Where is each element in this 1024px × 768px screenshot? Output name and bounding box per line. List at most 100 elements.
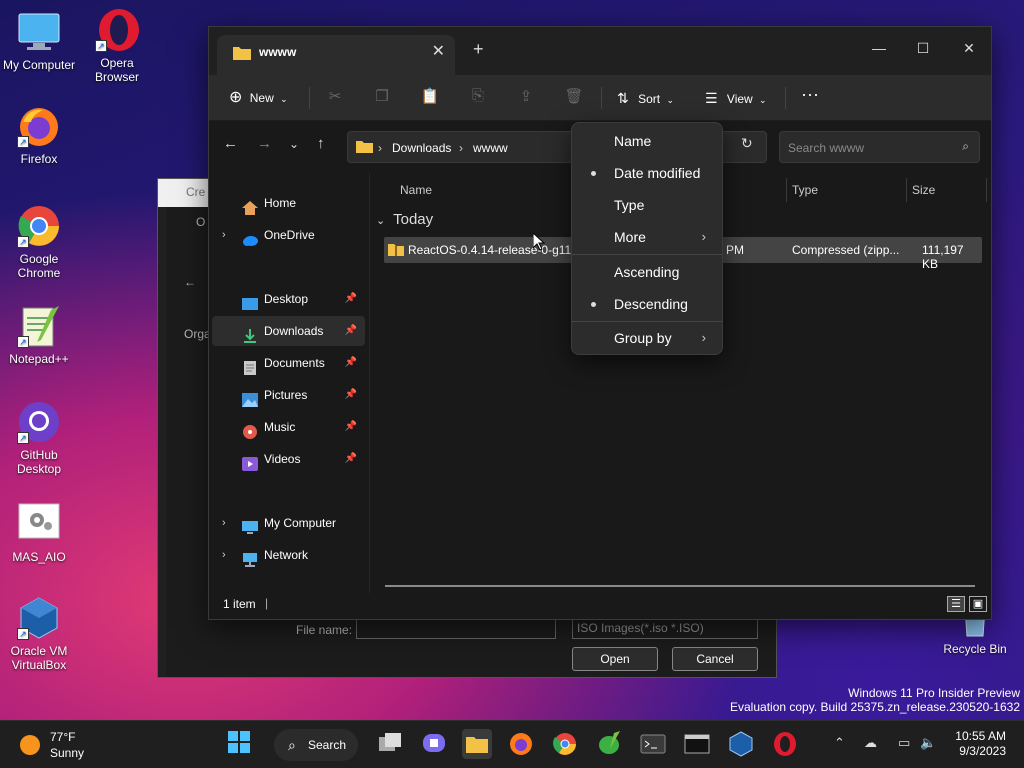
copy-icon[interactable]: ❐ [372,87,392,107]
task-view-icon[interactable] [376,729,406,759]
cut-icon[interactable]: ✂ [325,87,345,107]
open-button[interactable]: Open [572,647,658,671]
close-window-icon[interactable]: ✕ [947,33,991,63]
sort-button[interactable]: ⇅ Sort ⌄ [617,85,674,111]
sidebar-item-documents[interactable]: Documents 📌 [212,348,365,378]
cancel-button[interactable]: Cancel [672,647,758,671]
teams-chat-icon[interactable] [420,729,450,759]
terminal-taskbar-icon[interactable] [638,729,668,759]
pin-icon[interactable]: 📌 [345,444,357,474]
desktop-icon-virtualbox[interactable]: ↗ Oracle VM VirtualBox [0,596,78,672]
breadcrumb-wwww[interactable]: wwww [473,141,508,155]
more-options-icon[interactable]: ··· [801,81,819,107]
desktop-icon-mas-aio[interactable]: MAS_AIO [0,502,78,564]
recent-locations-chevron-icon[interactable]: ⌄ [289,137,299,151]
new-button[interactable]: ⊕ New ⌄ [229,85,288,111]
folder-icon [356,139,373,156]
file-type-select[interactable]: ISO Images(*.iso *.ISO) [572,617,758,639]
download-icon [242,324,258,343]
share-icon[interactable]: ⇪ [516,87,536,107]
desktop-icon-opera[interactable]: ↗ Opera Browser [78,8,156,84]
network-off-icon[interactable]: ☁ [864,735,877,751]
show-hidden-icons-chevron-icon[interactable]: ⌃ [834,735,845,751]
search-input[interactable]: Search wwww ⌕ [779,131,980,163]
chevron-right-icon[interactable]: › [222,508,226,538]
pin-icon[interactable]: 📌 [345,412,357,442]
virtualbox-taskbar-icon[interactable] [726,729,756,759]
sidebar-item-onedrive[interactable]: › OneDrive [212,220,365,250]
chrome-taskbar-icon[interactable] [550,729,580,759]
chevron-down-icon: ⌄ [759,95,767,105]
monitor-tray-icon[interactable]: ▭ [898,735,910,751]
sun-icon [20,735,40,755]
column-header-name[interactable]: Name [400,183,432,197]
sort-option-ascending[interactable]: Ascending [572,257,722,287]
column-header-type[interactable]: Type [792,183,818,197]
file-explorer-taskbar-icon[interactable] [462,729,492,759]
sort-option-date-modified[interactable]: Date modified [572,158,722,188]
taskbar-search-button[interactable]: ⌕ Search [274,729,358,761]
sort-option-group-by[interactable]: Group by › [572,323,722,353]
column-divider [786,178,787,202]
chevron-right-icon[interactable]: › [222,540,226,570]
large-icons-view-icon[interactable]: ▣ [969,596,987,612]
notepadpp-taskbar-icon[interactable] [594,729,624,759]
pin-icon[interactable]: 📌 [345,284,357,314]
forward-arrow-icon[interactable]: → [257,135,272,152]
start-button[interactable] [226,729,256,759]
sidebar-item-label: Downloads [264,324,324,338]
sort-option-more[interactable]: More › [572,222,722,252]
sidebar-item-pictures[interactable]: Pictures 📌 [212,380,365,410]
desktop-icon-chrome[interactable]: ↗ Google Chrome [0,204,78,280]
tab-wwww[interactable]: wwww ✕ [217,35,455,75]
desktop-icon-github[interactable]: ↗ GitHub Desktop [0,400,78,476]
home-icon [242,196,258,215]
file-date: PM [726,243,744,257]
sidebar-item-my-computer[interactable]: › My Computer [212,508,365,538]
desktop-icon-firefox[interactable]: ↗ Firefox [0,104,78,166]
sidebar-item-music[interactable]: Music 📌 [212,412,365,442]
selected-bullet-icon [591,302,596,307]
sidebar-item-desktop[interactable]: Desktop 📌 [212,284,365,314]
sidebar-item-network[interactable]: › Network [212,540,365,570]
details-view-icon[interactable]: ☰ [947,596,965,612]
new-tab-icon[interactable]: + [473,39,484,60]
up-arrow-icon[interactable]: ↑ [317,135,325,152]
sidebar-item-downloads[interactable]: Downloads 📌 [212,316,365,346]
tab-title: wwww [259,45,297,59]
group-header-today[interactable]: ⌄ Today [376,211,433,228]
chevron-right-icon[interactable]: › [222,220,226,250]
cmd-taskbar-icon[interactable] [682,729,712,759]
pin-icon[interactable]: 📌 [345,348,357,378]
back-arrow-icon[interactable]: ← [223,135,238,152]
paste-icon[interactable]: 📋 [420,87,440,107]
file-name-input[interactable] [356,617,556,639]
horizontal-scrollbar[interactable] [385,585,975,587]
firefox-taskbar-icon[interactable] [506,729,536,759]
desktop-icon-notepadpp[interactable]: ↗ Notepad++ [0,304,78,366]
sidebar-item-label: Network [264,548,309,562]
opera-taskbar-icon[interactable] [770,729,800,759]
rename-icon[interactable]: ⎘ [468,87,488,107]
breadcrumb-downloads[interactable]: Downloads [392,141,451,155]
volume-icon[interactable]: 🔈 [920,735,936,751]
sort-option-type[interactable]: Type [572,190,722,220]
document-icon [242,356,258,375]
desktop-icon-label: Opera Browser [94,56,139,84]
delete-icon[interactable]: 🗑 [564,87,584,107]
system-clock[interactable]: 10:55 AM 9/3/2023 [955,729,1006,759]
column-header-size[interactable]: Size [912,183,935,197]
sidebar-item-home[interactable]: Home [212,188,365,218]
sort-option-descending[interactable]: Descending [572,289,722,319]
sidebar-item-videos[interactable]: Videos 📌 [212,444,365,474]
picture-icon [242,388,258,407]
maximize-icon[interactable]: ☐ [901,33,945,63]
pin-icon[interactable]: 📌 [345,380,357,410]
pin-icon[interactable]: 📌 [345,316,357,346]
close-tab-icon[interactable]: ✕ [432,41,445,61]
sort-option-name[interactable]: Name [572,126,722,156]
desktop-icon-my-computer[interactable]: My Computer [0,10,78,72]
minimize-icon[interactable]: — [857,33,901,63]
view-button[interactable]: ☰ View ⌄ [705,85,767,111]
refresh-icon[interactable]: ↻ [741,135,753,152]
